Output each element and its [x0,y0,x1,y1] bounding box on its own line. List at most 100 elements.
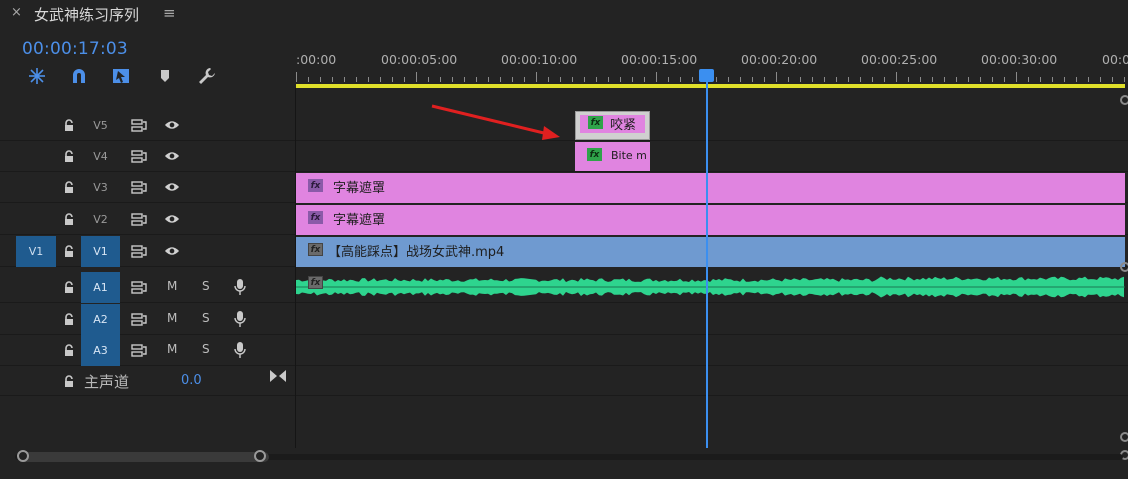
snap-magnet-icon[interactable] [68,65,90,87]
clip-a1-audio[interactable]: fx [296,272,1125,302]
collapse-arrows-icon[interactable] [270,368,286,384]
track-header-v3: V3 [0,172,295,203]
sync-lock-icon[interactable] [131,148,147,164]
annotation-arrow [431,104,560,140]
lock-icon[interactable] [61,179,77,195]
sync-lock-icon[interactable] [131,279,147,295]
clip-v1-video[interactable]: fx 【高能踩点】战场女武神.mp4 [296,237,1125,267]
vertical-scroll-handle[interactable] [1120,95,1128,105]
sync-lock-icon[interactable] [131,311,147,327]
sync-lock-icon[interactable] [131,342,147,358]
track-target-v2[interactable]: V2 [81,204,120,235]
lane-a3[interactable] [296,335,1128,366]
source-patch-v1[interactable]: V1 [16,236,56,267]
track-target-a1[interactable]: A1 [81,272,120,303]
eye-icon[interactable] [164,179,180,195]
panel-tab-bar: × 女武神练习序列 ≡ [0,0,1128,28]
track-header-v4: V4 [0,141,295,172]
master-track-label: 主声道 [84,373,130,391]
eye-icon[interactable] [164,211,180,227]
timeline-panel: × 女武神练习序列 ≡ 00:00:17:03 :00:00 00:00:05:… [0,0,1128,479]
lock-icon[interactable] [61,279,77,295]
track-header-a2: A2 M S [0,304,295,335]
ruler-label: 00:00:25:00 [861,52,938,67]
ruler-label: 00:00:15:00 [621,52,698,67]
linked-selection-icon[interactable] [110,65,132,87]
clip-title: Bite m [611,149,647,162]
sync-lock-icon[interactable] [131,211,147,227]
track-target-v1[interactable]: V1 [81,236,120,267]
lane-a2[interactable] [296,304,1128,335]
lock-icon[interactable] [61,211,77,227]
track-target-v5[interactable]: V5 [81,110,120,141]
eye-icon[interactable] [164,243,180,259]
microphone-icon[interactable] [232,342,248,358]
track-target-v4[interactable]: V4 [81,141,120,172]
close-icon[interactable]: × [11,5,22,20]
clip-title: 字幕遮罩 [333,181,386,196]
solo-button[interactable]: S [202,279,210,293]
sequence-tab-title[interactable]: 女武神练习序列 [34,4,139,25]
fx-badge: fx [308,211,323,224]
clip-v3-subtitle-mask[interactable]: fx 字幕遮罩 [296,173,1125,203]
microphone-icon[interactable] [232,279,248,295]
clip-v4-bite-m[interactable]: fx Bite m [575,142,650,171]
clip-v5-bite[interactable]: fx 咬紧 [575,111,650,140]
solo-button[interactable]: S [202,311,210,325]
ruler-label: 00:0 [1102,52,1128,67]
work-area-bar[interactable] [296,84,1125,88]
ruler-label: 00:00:20:00 [741,52,818,67]
scroll-left-handle[interactable] [17,450,29,462]
fx-badge: fx [588,116,603,129]
ruler-label: 00:00:30:00 [981,52,1058,67]
insert-as-nest-icon[interactable] [26,65,48,87]
sync-lock-icon[interactable] [131,179,147,195]
playhead-timecode[interactable]: 00:00:17:03 [22,39,128,59]
track-target-a3[interactable]: A3 [81,335,120,366]
timeline-settings-wrench-icon[interactable] [196,65,218,87]
scroll-right-handle[interactable] [254,450,266,462]
track-header-v1: V1 V1 [0,236,295,267]
master-volume-value[interactable]: 0.0 [181,373,202,388]
horizontal-scrollbar[interactable] [15,450,1123,464]
scroll-thumb[interactable] [19,452,269,462]
track-lanes: fx 咬紧 fx Bite m fx 字幕遮罩 fx 字幕遮罩 fx 【高能踩点… [296,110,1128,400]
track-header-a1: A1 M S [0,272,295,303]
track-target-v3[interactable]: V3 [81,172,120,203]
ruler-label: 00:00:10:00 [501,52,578,67]
mute-button[interactable]: M [167,279,177,293]
lock-icon[interactable] [61,117,77,133]
lock-icon[interactable] [61,342,77,358]
vertical-scroll-handle[interactable] [1120,432,1128,442]
mute-button[interactable]: M [167,342,177,356]
clip-title: 【高能踩点】战场女武神.mp4 [328,245,505,260]
clip-v2-subtitle-mask[interactable]: fx 字幕遮罩 [296,205,1125,235]
playhead-line[interactable] [706,80,708,448]
track-target-a2[interactable]: A2 [81,304,120,335]
sync-lock-icon[interactable] [131,243,147,259]
mute-button[interactable]: M [167,311,177,325]
lock-icon[interactable] [61,243,77,259]
add-marker-icon[interactable] [154,65,176,87]
lock-icon[interactable] [61,311,77,327]
lane-master[interactable] [296,366,1128,396]
lock-icon[interactable] [61,148,77,164]
clip-title: 咬紧 [610,118,637,133]
track-header-a3: A3 M S [0,335,295,366]
sync-lock-icon[interactable] [131,117,147,133]
fx-badge: fx [587,148,602,161]
eye-icon[interactable] [164,117,180,133]
fx-badge: fx [308,276,323,289]
track-header-v2: V2 [0,204,295,235]
solo-button[interactable]: S [202,342,210,356]
ruler-label: :00:00 [296,52,337,67]
lock-icon[interactable] [61,373,77,389]
microphone-icon[interactable] [232,311,248,327]
track-header-master: 主声道 0.0 [0,366,295,396]
audio-waveform [296,276,1125,298]
eye-icon[interactable] [164,148,180,164]
vertical-scroll-handle[interactable] [1120,262,1128,272]
track-header-v5: V5 [0,110,295,141]
panel-menu-icon[interactable]: ≡ [163,4,176,22]
ruler-label: 00:00:05:00 [381,52,458,67]
